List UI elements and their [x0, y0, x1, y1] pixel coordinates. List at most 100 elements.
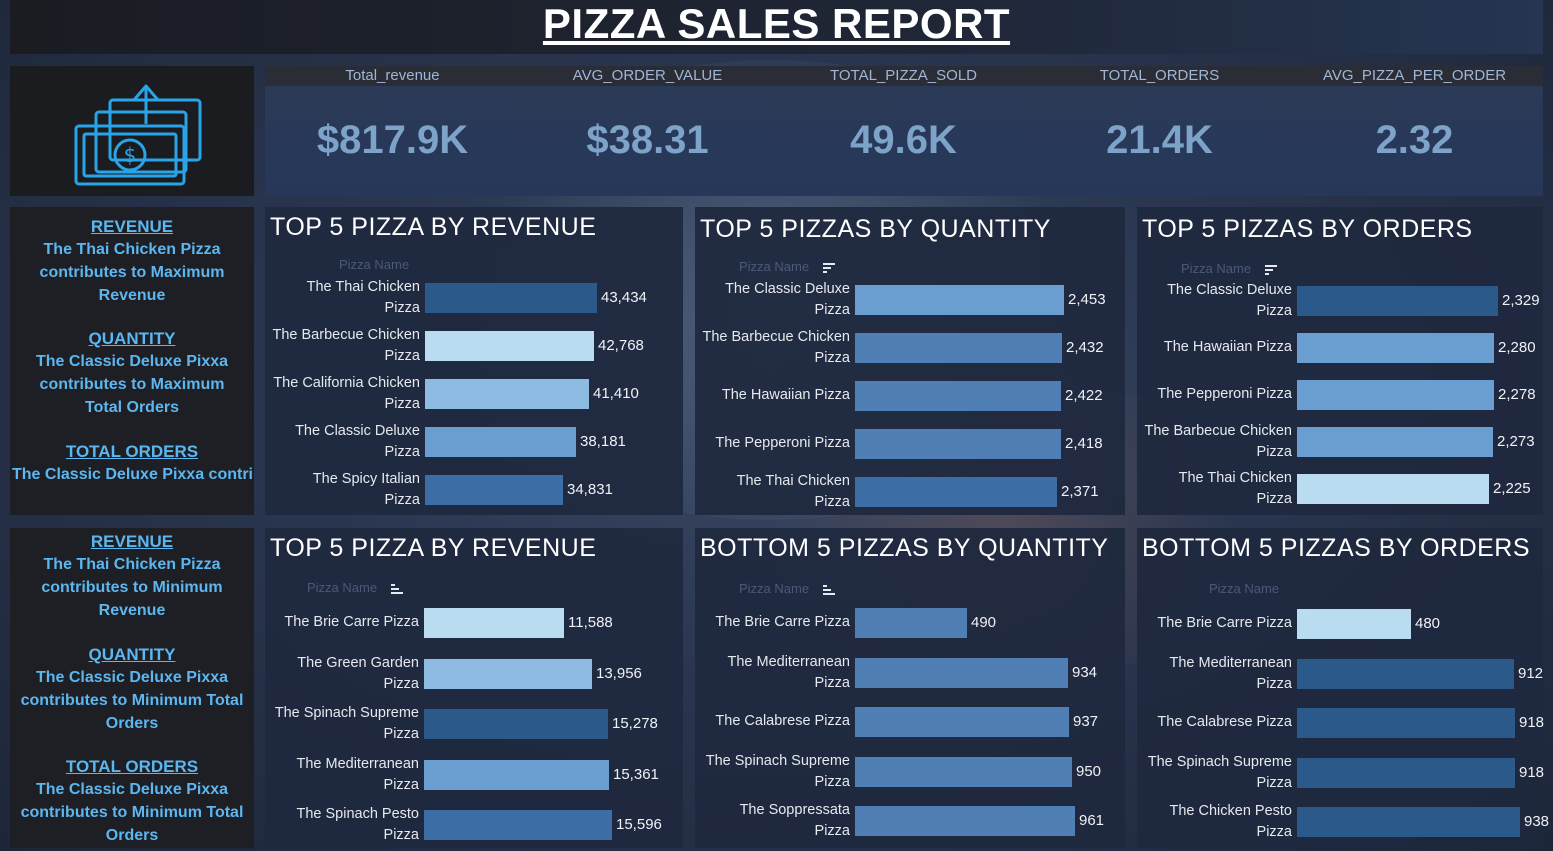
- insight-heading: QUANTITY: [88, 645, 176, 664]
- report-title: PIZZA SALES REPORT: [542, 0, 1011, 47]
- bar[interactable]: [425, 475, 563, 505]
- insight-text: The Thai Chicken Pizza contributes to Ma…: [39, 241, 225, 304]
- bar[interactable]: [1297, 427, 1493, 457]
- category-label: The Mediterranean Pizza: [296, 755, 419, 793]
- sort-icon[interactable]: [1265, 265, 1277, 275]
- category-label: The California Chicken Pizza: [273, 375, 420, 412]
- insight-orders-min: TOTAL ORDERS The Classic Deluxe Pixxa co…: [10, 755, 254, 847]
- bar[interactable]: [1297, 333, 1494, 363]
- bar[interactable]: [855, 429, 1061, 459]
- svg-text:$: $: [124, 143, 137, 167]
- insight-heading: REVENUE: [90, 532, 174, 551]
- insight-revenue-min: REVENUE The Thai Chicken Pizza contribut…: [10, 530, 254, 622]
- bar-value-label: 938: [1524, 813, 1550, 830]
- bar-value-label: 2,432: [1066, 339, 1104, 356]
- category-label: The Classic Deluxe Pizza: [295, 423, 420, 460]
- bar-value-label: 918: [1519, 763, 1545, 781]
- kpi-panel: Total_revenue $817.9K AVG_ORDER_VALUE $3…: [265, 66, 1543, 196]
- category-label: The Mediterranean Pizza: [1169, 654, 1292, 692]
- bar[interactable]: [1297, 807, 1520, 837]
- bar-value-label: 937: [1073, 713, 1099, 730]
- field-header: Pizza Name: [1209, 581, 1280, 596]
- bar[interactable]: [424, 608, 564, 638]
- kpi-total-revenue: Total_revenue $817.9K: [265, 66, 520, 163]
- bar[interactable]: [1297, 757, 1515, 788]
- bar[interactable]: [424, 709, 608, 739]
- bar[interactable]: [1297, 609, 1411, 639]
- sort-icon[interactable]: [823, 585, 835, 595]
- chart-bottom5-orders: BOTTOM 5 PIZZAS BY ORDERS Pizza Name The…: [1137, 528, 1549, 848]
- category-label: The Barbecue Chicken Pizza: [272, 327, 421, 364]
- bar-value-label: 42,768: [598, 337, 644, 354]
- chart-title: TOP 5 PIZZA BY REVENUE: [270, 213, 597, 241]
- insight-text: The Classic Deluxe Pixxa contributes to …: [20, 669, 244, 732]
- bar[interactable]: [424, 759, 609, 790]
- bar-value-label: 2,371: [1061, 483, 1099, 500]
- bar-value-label: 2,453: [1068, 291, 1106, 308]
- bar[interactable]: [855, 381, 1061, 411]
- bar-value-label: 34,831: [567, 481, 613, 498]
- bar[interactable]: [855, 707, 1069, 737]
- kpi-avg-pizza-per-order: AVG_PIZZA_PER_ORDER 2.32: [1287, 66, 1542, 163]
- bar[interactable]: [424, 810, 612, 840]
- category-label: The Thai Chicken Pizza: [306, 279, 420, 316]
- bar-value-label: 2,329: [1502, 292, 1540, 309]
- category-label: The Spinach Supreme Pizza: [274, 705, 419, 742]
- bar[interactable]: [1297, 708, 1515, 738]
- category-label: The Brie Carre Pizza: [715, 614, 850, 630]
- sort-icon[interactable]: [391, 584, 403, 594]
- kpi-total-pizza-sold: TOTAL_PIZZA_SOLD 49.6K: [776, 66, 1031, 163]
- bar[interactable]: [1297, 658, 1514, 689]
- category-label: The Thai Chicken Pizza: [736, 473, 850, 510]
- category-label: The Soppressata Pizza: [739, 802, 850, 839]
- bar-value-label: 43,434: [601, 289, 647, 306]
- bar[interactable]: [424, 658, 592, 689]
- bar-value-label: 2,418: [1065, 435, 1103, 452]
- sort-icon[interactable]: [823, 263, 835, 273]
- bar-value-label: 961: [1079, 812, 1105, 829]
- insight-heading: QUANTITY: [88, 329, 176, 348]
- bar[interactable]: [425, 427, 576, 457]
- chart-bottom5-quantity: BOTTOM 5 PIZZAS BY QUANTITY Pizza Name T…: [695, 528, 1125, 848]
- category-label: The Calabrese Pizza: [715, 713, 850, 729]
- insight-heading: TOTAL ORDERS: [65, 442, 199, 461]
- kpi-label: TOTAL_PIZZA_SOLD: [830, 67, 977, 84]
- bar[interactable]: [1297, 380, 1494, 410]
- category-label: The Spinach Pesto Pizza: [296, 806, 419, 843]
- bar-value-label: 480: [1415, 615, 1441, 632]
- bar[interactable]: [855, 477, 1057, 507]
- insights-min-panel: REVENUE The Thai Chicken Pizza contribut…: [10, 528, 254, 848]
- bar[interactable]: [425, 379, 589, 409]
- kpi-value: $38.31: [586, 118, 709, 162]
- category-label: The Spinach Supreme Pizza: [705, 752, 850, 790]
- bar[interactable]: [855, 285, 1064, 315]
- category-label: The Hawaiian Pizza: [1163, 339, 1292, 355]
- bar[interactable]: [855, 333, 1062, 363]
- bar[interactable]: [1297, 474, 1489, 504]
- bar[interactable]: [1297, 286, 1498, 316]
- title-bar: PIZZA SALES REPORT: [10, 0, 1543, 54]
- insight-quantity-min: QUANTITY The Classic Deluxe Pixxa contri…: [10, 643, 254, 735]
- kpi-label: TOTAL_ORDERS: [1099, 67, 1220, 84]
- field-header: Pizza Name: [739, 259, 810, 274]
- bar[interactable]: [855, 756, 1072, 787]
- bar[interactable]: [855, 806, 1075, 836]
- kpi-value: 2.32: [1375, 118, 1454, 162]
- insights-max-panel: REVENUE The Thai Chicken Pizza contribut…: [10, 207, 254, 515]
- kpi-total-orders: TOTAL_ORDERS 21.4K: [1032, 66, 1287, 163]
- chart-top5-quantity: TOP 5 PIZZAS BY QUANTITY Pizza Name The …: [695, 207, 1125, 515]
- bar[interactable]: [425, 331, 594, 361]
- field-header: Pizza Name: [739, 581, 810, 596]
- chart-title: BOTTOM 5 PIZZAS BY QUANTITY: [700, 534, 1109, 562]
- bar[interactable]: [855, 608, 967, 638]
- category-label: The Thai Chicken Pizza: [1178, 470, 1292, 507]
- insight-heading: TOTAL ORDERS: [65, 757, 199, 776]
- bar-value-label: 41,410: [593, 385, 639, 402]
- revenue-icon-panel: $: [10, 66, 254, 196]
- category-label: The Pepperoni Pizza: [715, 435, 850, 451]
- bar[interactable]: [425, 283, 597, 313]
- bar[interactable]: [855, 657, 1068, 688]
- bar-value-label: 2,273: [1497, 433, 1535, 450]
- bar-value-label: 912: [1518, 664, 1544, 682]
- bar-value-label: 15,596: [616, 816, 662, 833]
